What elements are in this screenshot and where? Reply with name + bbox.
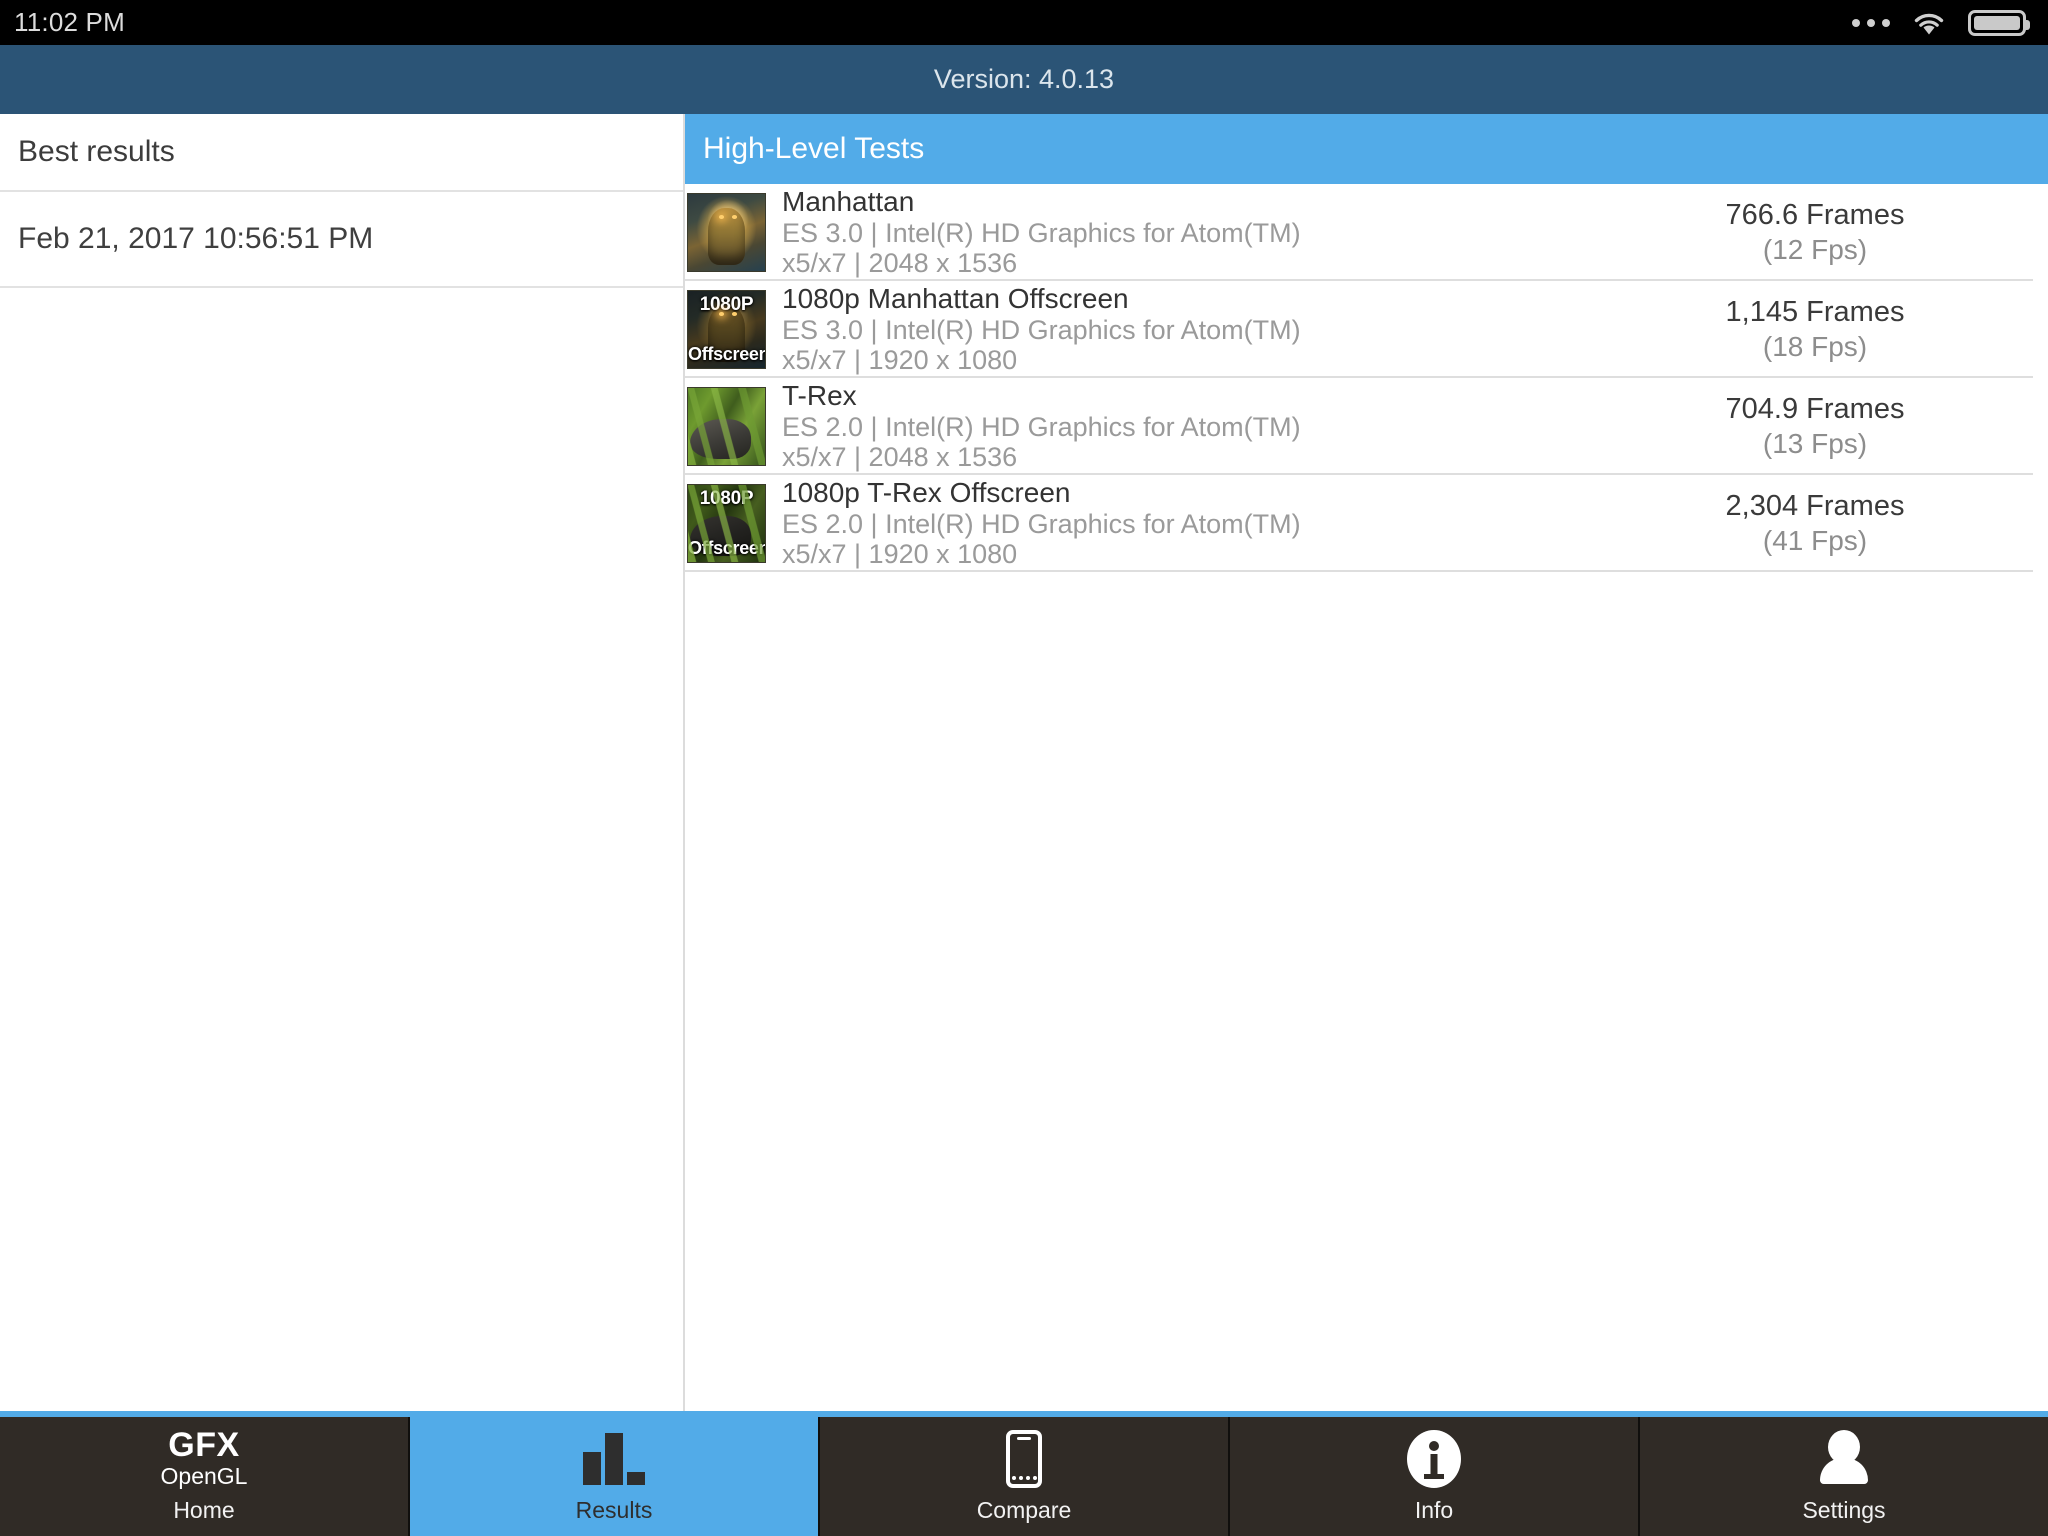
wifi-icon <box>1912 10 1946 36</box>
tab-settings[interactable]: Settings <box>1638 1417 2048 1536</box>
score-fps: (12 Fps) <box>1762 234 1868 266</box>
test-info: Manhattan ES 3.0 | Intel(R) HD Graphics … <box>782 186 1600 278</box>
tab-compare[interactable]: Compare <box>818 1417 1228 1536</box>
test-api-device: ES 2.0 | Intel(R) HD Graphics for Atom(T… <box>782 509 1301 540</box>
test-score: 704.9 Frames (13 Fps) <box>1600 392 2030 462</box>
table-row[interactable]: T-Rex ES 2.0 | Intel(R) HD Graphics for … <box>685 378 2048 475</box>
thumbnail-badge-1080p: 1080P <box>699 488 754 509</box>
test-thumbnail-manhattan-offscreen: 1080P Offscreen <box>687 290 766 369</box>
test-series-resolution: x5/x7 | 2048 x 1536 <box>782 248 1018 279</box>
info-icon <box>1407 1428 1461 1490</box>
thumbnail-overlay <box>688 485 765 562</box>
section-header-high-level-tests: High-Level Tests <box>685 114 2048 184</box>
test-name: 1080p Manhattan Offscreen <box>782 283 1129 315</box>
battery-icon <box>1968 9 2030 36</box>
sidebar-item-result-0[interactable]: Feb 21, 2017 10:56:51 PM <box>0 192 683 286</box>
test-info: T-Rex ES 2.0 | Intel(R) HD Graphics for … <box>782 380 1600 472</box>
more-dots-icon <box>1852 18 1890 27</box>
thumbnail-badge-offscreen: Offscreen <box>688 344 766 364</box>
tab-label-home: Home <box>173 1497 235 1523</box>
score-frames: 1,145 Frames <box>1725 295 1905 328</box>
score-fps: (13 Fps) <box>1762 428 1868 460</box>
score-frames: 704.9 Frames <box>1725 392 1905 425</box>
version-header: Version: 4.0.13 <box>0 45 2048 114</box>
test-info: 1080p Manhattan Offscreen ES 3.0 | Intel… <box>782 283 1600 375</box>
test-api-device: ES 3.0 | Intel(R) HD Graphics for Atom(T… <box>782 218 1301 249</box>
test-name: Manhattan <box>782 186 915 218</box>
phone-icon <box>1006 1428 1042 1490</box>
tab-home[interactable]: GFX OpenGL Home <box>0 1417 408 1536</box>
status-bar-icons <box>1852 9 2030 36</box>
logo-line-1: GFX <box>168 1425 240 1464</box>
tab-label-info: Info <box>1414 1497 1454 1523</box>
table-row[interactable]: 1080P Offscreen 1080p Manhattan Offscree… <box>685 281 2048 378</box>
section-title: High-Level Tests <box>703 132 925 165</box>
bottom-nav-bar: GFX OpenGL Home Results Compare Info Set… <box>0 1411 2048 1536</box>
results-content: High-Level Tests Manhattan ES 3.0 | Inte… <box>685 114 2048 1411</box>
gfx-opengl-logo-icon: GFX OpenGL <box>161 1428 248 1490</box>
row-separator <box>685 570 2033 572</box>
test-name: T-Rex <box>782 380 857 412</box>
test-score: 2,304 Frames (41 Fps) <box>1600 489 2030 559</box>
table-row[interactable]: 1080P Offscreen 1080p T-Rex Offscreen ES… <box>685 475 2048 572</box>
tab-results[interactable]: Results <box>408 1417 818 1536</box>
user-icon <box>1818 1428 1870 1490</box>
score-frames: 2,304 Frames <box>1725 489 1905 522</box>
score-fps: (18 Fps) <box>1762 331 1868 363</box>
score-frames: 766.6 Frames <box>1725 198 1905 231</box>
sidebar-item-label: Feb 21, 2017 10:56:51 PM <box>18 222 374 255</box>
status-bar-clock: 11:02 PM <box>14 7 125 37</box>
test-info: 1080p T-Rex Offscreen ES 2.0 | Intel(R) … <box>782 477 1600 569</box>
tab-label-settings: Settings <box>1802 1497 1886 1523</box>
test-series-resolution: x5/x7 | 1920 x 1080 <box>782 539 1018 570</box>
sidebar-divider <box>0 286 683 288</box>
version-label: Version: 4.0.13 <box>933 64 1115 94</box>
results-sidebar: Best results Feb 21, 2017 10:56:51 PM <box>0 114 683 1411</box>
test-api-device: ES 2.0 | Intel(R) HD Graphics for Atom(T… <box>782 412 1301 443</box>
app-root: 11:02 PM Version: 4.0.13 Best results Fe… <box>0 0 2048 1536</box>
bottom-nav-items: GFX OpenGL Home Results Compare Info Set… <box>0 1417 2048 1536</box>
tab-label-results: Results <box>575 1497 653 1523</box>
test-score: 1,145 Frames (18 Fps) <box>1600 295 2030 365</box>
bar-chart-icon <box>583 1428 645 1490</box>
test-api-device: ES 3.0 | Intel(R) HD Graphics for Atom(T… <box>782 315 1301 346</box>
test-score: 766.6 Frames (12 Fps) <box>1600 198 2030 268</box>
sidebar-title: Best results <box>18 135 175 168</box>
table-row[interactable]: Manhattan ES 3.0 | Intel(R) HD Graphics … <box>685 184 2048 281</box>
test-series-resolution: x5/x7 | 1920 x 1080 <box>782 345 1018 376</box>
thumbnail-badge-offscreen: Offscreen <box>688 538 766 558</box>
test-thumbnail-trex <box>687 387 766 466</box>
test-thumbnail-manhattan <box>687 193 766 272</box>
test-thumbnail-trex-offscreen: 1080P Offscreen <box>687 484 766 563</box>
tab-label-compare: Compare <box>976 1497 1072 1523</box>
test-name: 1080p T-Rex Offscreen <box>782 477 1071 509</box>
tab-info[interactable]: Info <box>1228 1417 1638 1536</box>
test-series-resolution: x5/x7 | 2048 x 1536 <box>782 442 1018 473</box>
score-fps: (41 Fps) <box>1762 525 1868 557</box>
main-body: Best results Feb 21, 2017 10:56:51 PM Hi… <box>0 114 2048 1411</box>
logo-line-2: OpenGL <box>160 1462 248 1489</box>
thumbnail-badge-1080p: 1080P <box>699 294 754 315</box>
status-bar: 11:02 PM <box>0 0 2048 45</box>
